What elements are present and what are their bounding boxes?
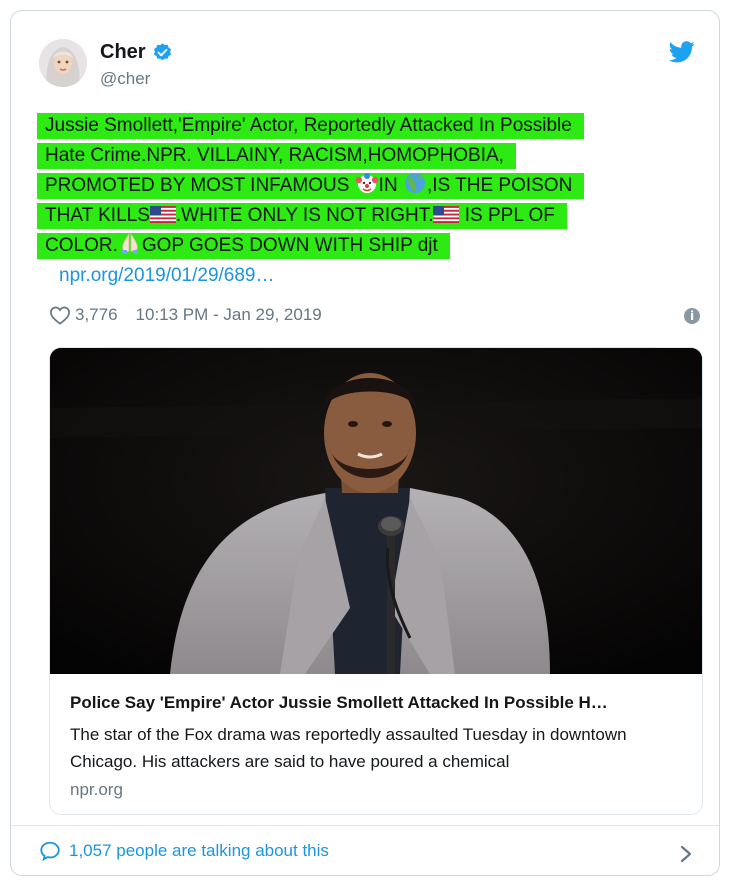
speech-bubble-icon (40, 841, 60, 862)
tweet-text-fragment: IN (378, 175, 403, 196)
tweet-text-fragment: PROMOTED BY MOST INFAMOUS (45, 175, 355, 196)
us-flag-emoji-icon (433, 206, 460, 223)
tweet-text-fragment: ,IS THE POISON (426, 175, 573, 196)
tweet-timestamp[interactable]: 10:13 PM - Jan 29, 2019 (136, 305, 322, 325)
link-preview-description: The star of the Fox drama was reportedly… (70, 725, 627, 771)
like-count[interactable]: 3,776 (75, 305, 118, 325)
tweet-meta: 3,776 10:13 PM - Jan 29, 2019 (49, 305, 322, 325)
us-flag-emoji-icon (149, 206, 176, 223)
verified-badge-icon (153, 43, 171, 61)
link-preview-image (50, 348, 702, 674)
link-preview-domain: npr.org (70, 780, 123, 799)
tweet-embed-card: Cher @cher Jussie Smollett,'Empire' Acto… (10, 10, 720, 876)
talking-about-text[interactable]: 1,057 people are talking about this (69, 841, 329, 861)
tweet-text-fragment: GOP GOES DOWN WITH SHIP djt (141, 235, 438, 256)
tweet-text-line: Hate Crime.NPR. VILLAINY, RACISM,HOMOPHO… (37, 143, 516, 169)
tweet-text-fragment: .WHITE ONLY IS NOT RIGHT. (175, 205, 434, 226)
info-icon[interactable]: i (684, 308, 700, 324)
avatar[interactable] (39, 39, 87, 87)
tweet-link[interactable]: npr.org/2019/01/29/689… (59, 261, 677, 291)
link-preview-card[interactable]: Police Say 'Empire' Actor Jussie Smollet… (49, 347, 703, 815)
tweet-text: Jussie Smollett,'Empire' Actor, Reported… (37, 111, 677, 291)
chevron-right-icon[interactable] (680, 845, 692, 863)
conversation-link[interactable]: 1,057 people are talking about this (39, 840, 329, 862)
folded-hands-emoji-icon (121, 232, 138, 254)
heart-icon[interactable] (49, 305, 71, 325)
link-preview-title[interactable]: Police Say 'Empire' Actor Jussie Smollet… (70, 693, 608, 713)
tweet-text-line: Jussie Smollett,'Empire' Actor, Reported… (37, 113, 584, 139)
author-handle[interactable]: @cher (100, 69, 150, 89)
globe-americas-emoji-icon (404, 173, 425, 193)
tweet-text-fragment: COLOR. (45, 235, 118, 256)
author-name[interactable]: Cher (100, 41, 146, 64)
clown-face-emoji-icon (355, 173, 378, 193)
twitter-bird-icon[interactable] (669, 41, 695, 63)
tweet-text-fragment: IS PPL OF (459, 205, 555, 226)
footer-divider (11, 825, 719, 826)
tweet-text-fragment: THAT KILLS (45, 205, 150, 226)
